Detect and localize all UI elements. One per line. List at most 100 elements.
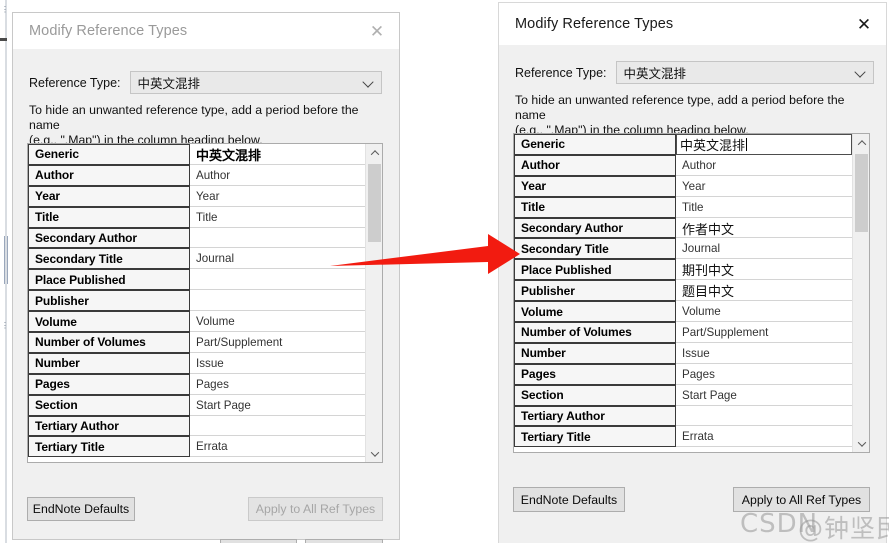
field-value-cell[interactable] [190,227,365,249]
field-value-cell[interactable]: Journal [676,238,852,260]
field-value-cell[interactable]: Journal [190,248,365,270]
field-name-cell[interactable]: Number [514,342,676,364]
field-name-cell[interactable]: Tertiary Author [514,405,676,427]
field-name-cell[interactable]: Tertiary Author [28,415,190,437]
reference-type-dropdown[interactable]: 中英文混排 [615,61,874,84]
field-name-cell[interactable]: Publisher [28,290,190,312]
field-name-cell[interactable]: Volume [514,301,676,323]
table-row[interactable]: Secondary Title Journal [514,238,852,260]
field-value-cell[interactable] [676,405,852,427]
field-value-cell[interactable]: Part/Supplement [190,332,365,353]
field-name-cell[interactable]: Number of Volumes [28,332,190,353]
table-row[interactable]: Secondary Title Journal [28,248,365,270]
field-name-cell[interactable]: Title [28,206,190,228]
field-value-cell[interactable]: Issue [676,342,852,364]
table-row[interactable]: Year Year [28,185,365,207]
scrollbar-thumb[interactable] [855,154,868,232]
field-value-cell[interactable]: Start Page [676,384,852,406]
table-row[interactable]: Year Year [514,175,852,197]
field-name-cell[interactable]: Number of Volumes [514,322,676,343]
table-row[interactable]: Section Start Page [28,394,365,416]
field-value-cell[interactable] [190,269,365,291]
chevron-down-icon[interactable] [366,445,382,462]
field-value-cell[interactable]: Volume [190,311,365,333]
table-row[interactable]: Number of Volumes Part/Supplement [28,332,365,353]
grid-scrollbar[interactable] [852,134,869,452]
table-row[interactable]: Pages Pages [28,373,365,395]
field-value-cell[interactable]: Author [676,154,852,176]
field-name-cell[interactable]: Secondary Author [28,227,190,249]
field-name-cell[interactable]: Section [514,384,676,406]
chevron-up-icon[interactable] [366,144,382,161]
field-name-cell[interactable]: Generic [514,134,676,155]
field-name-cell[interactable]: Title [514,196,676,218]
field-value-cell[interactable]: 题目中文 [676,280,852,302]
table-row[interactable]: Volume Volume [514,301,852,323]
field-value-cell[interactable]: 期刊中文 [676,259,852,281]
table-row[interactable]: Place Published 期刊中文 [514,259,852,281]
table-row[interactable]: Number Issue [514,342,852,364]
field-name-cell[interactable]: Publisher [514,280,676,302]
endnote-defaults-button[interactable]: EndNote Defaults [513,487,625,512]
field-value-cell[interactable]: Errata [190,436,365,458]
table-row[interactable]: Secondary Author [28,227,365,249]
reference-type-dropdown[interactable]: 中英文混排 [129,71,382,94]
field-value-cell[interactable]: Issue [190,352,365,374]
field-value-input[interactable]: 中英文混排 [676,134,852,155]
field-name-cell[interactable]: Volume [28,311,190,333]
field-value-cell[interactable]: Author [190,164,365,186]
field-value-cell[interactable]: Part/Supplement [676,322,852,343]
field-name-cell[interactable]: Tertiary Title [514,426,676,448]
field-value-cell[interactable]: Pages [676,363,852,385]
field-name-cell[interactable]: Secondary Title [514,238,676,260]
field-name-cell[interactable]: Tertiary Title [28,436,190,458]
field-name-cell[interactable]: Pages [28,373,190,395]
field-name-cell[interactable]: Secondary Title [28,248,190,270]
field-name-cell[interactable]: Year [514,175,676,197]
reference-fields-grid[interactable]: Generic 中英文混排 Author Author Year Year Title Tit… [27,143,383,463]
field-value-cell[interactable]: 中英文混排 [190,144,365,165]
field-value-cell[interactable]: Year [190,185,365,207]
chevron-up-icon[interactable] [853,134,869,151]
endnote-defaults-button[interactable]: EndNote Defaults [27,497,135,521]
table-row[interactable]: Number of Volumes Part/Supplement [514,322,852,343]
field-name-cell[interactable]: Section [28,394,190,416]
field-name-cell[interactable]: Author [28,164,190,186]
field-value-cell[interactable]: Title [190,206,365,228]
table-row[interactable]: Volume Volume [28,311,365,333]
field-value-cell[interactable]: Year [676,175,852,197]
table-row[interactable]: Publisher [28,290,365,312]
table-row[interactable]: Section Start Page [514,384,852,406]
field-name-cell[interactable]: Place Published [514,259,676,281]
table-row[interactable]: Tertiary Author [514,405,852,427]
table-row[interactable]: Tertiary Title Errata [514,426,852,448]
table-row[interactable]: Author Author [28,164,365,186]
table-row[interactable]: Number Issue [28,352,365,374]
close-icon[interactable]: ✕ [842,3,886,45]
field-value-cell[interactable]: Errata [676,426,852,448]
field-value-cell[interactable] [190,290,365,312]
table-row[interactable]: Publisher 题目中文 [514,280,852,302]
table-row[interactable]: Secondary Author 作者中文 [514,217,852,239]
field-value-cell[interactable]: Volume [676,301,852,323]
table-row[interactable]: Generic 中英文混排 [514,134,852,155]
field-name-cell[interactable]: Author [514,154,676,176]
apply-to-all-ref-types-button[interactable]: Apply to All Ref Types [733,487,870,512]
field-name-cell[interactable]: Year [28,185,190,207]
reference-fields-grid[interactable]: Generic 中英文混排 Author Author Year Year Title Tit… [513,133,870,453]
field-value-cell[interactable]: 作者中文 [676,217,852,239]
table-row[interactable]: Title Title [514,196,852,218]
close-icon[interactable]: ✕ [355,13,399,49]
chevron-down-icon[interactable] [853,435,869,452]
field-name-cell[interactable]: Place Published [28,269,190,291]
table-row[interactable]: Generic 中英文混排 [28,144,365,165]
field-name-cell[interactable]: Generic [28,144,190,165]
table-row[interactable]: Author Author [514,154,852,176]
field-value-cell[interactable]: Title [676,196,852,218]
table-row[interactable]: Place Published [28,269,365,291]
field-value-cell[interactable]: Start Page [190,394,365,416]
field-name-cell[interactable]: Pages [514,363,676,385]
field-value-cell[interactable]: Pages [190,373,365,395]
table-row[interactable]: Tertiary Author [28,415,365,437]
table-row[interactable]: Pages Pages [514,363,852,385]
